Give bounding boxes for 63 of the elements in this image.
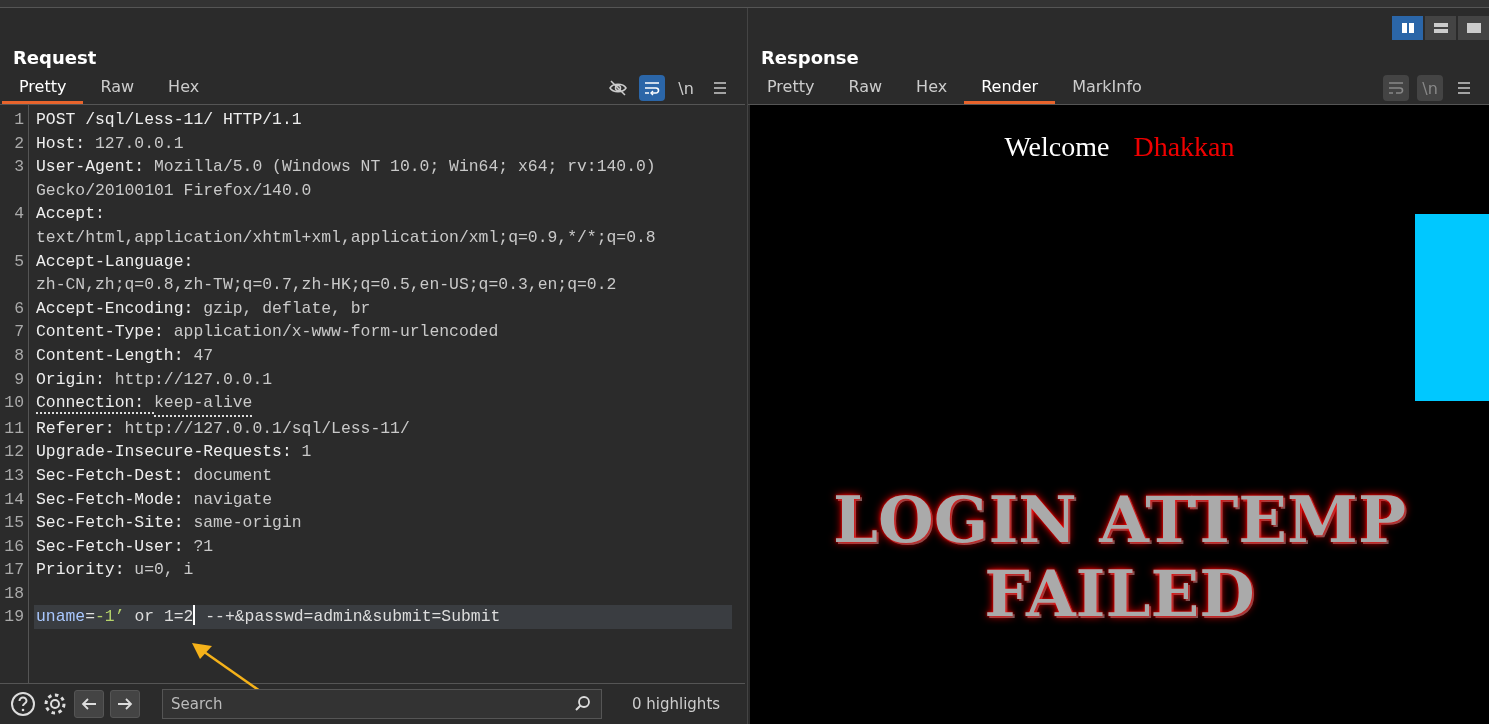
- editor-tab[interactable]: Hex: [151, 72, 217, 104]
- welcome-text: Welcome: [1004, 131, 1110, 163]
- banner-text: FAILED: [984, 557, 1255, 631]
- code-line: Upgrade-Insecure-Requests: 1: [35, 441, 313, 464]
- line-number: 8: [13, 344, 25, 367]
- line-number: 13: [3, 464, 25, 487]
- line-number: 5: [13, 250, 25, 273]
- banner-text: LOGIN ATTEMP: [833, 483, 1406, 557]
- line-number: 10: [3, 392, 25, 415]
- request-title: Request: [13, 47, 97, 68]
- code-line: Sec-Fetch-Mode: navigate: [35, 488, 274, 511]
- single-panel-icon[interactable]: [1458, 16, 1489, 40]
- wrap-lines-icon[interactable]: [1383, 75, 1409, 101]
- line-number: 4: [13, 203, 25, 226]
- code-line: Sec-Fetch-User: ?1: [35, 535, 215, 558]
- code-line: Origin: http://127.0.0.1: [35, 368, 274, 391]
- right-arrow-icon: [116, 697, 134, 711]
- line-number: 9: [13, 368, 25, 391]
- code-line: Accept: text/html,application/xhtml+xml,application/xml;q=0.9,*/*;q=0.8: [35, 203, 657, 249]
- wrap-lines-icon[interactable]: [639, 75, 665, 101]
- line-number: 11: [3, 417, 25, 440]
- newline-toggle[interactable]: \n: [673, 75, 699, 101]
- code-line: User-Agent: Mozilla/5.0 (Windows NT 10.0; Win64; x64; rv:140.0) Gecko/20100101 Firefox/140.0: [35, 156, 657, 202]
- viewer-tab[interactable]: Pretty: [750, 72, 832, 104]
- help-icon[interactable]: [10, 691, 36, 717]
- viewer-tab[interactable]: Raw: [831, 72, 900, 104]
- highlights-count: 0 highlights: [632, 695, 721, 713]
- code-line: Connection: keep-alive: [34, 391, 732, 417]
- code-line: Sec-Fetch-Site: same-origin: [35, 512, 303, 535]
- viewer-tab[interactable]: Hex: [899, 72, 965, 104]
- forward-button[interactable]: [110, 690, 140, 718]
- editor-tab[interactable]: Raw: [83, 72, 152, 104]
- code-line: Priority: u=0, i: [35, 559, 195, 582]
- user-name: Dhakkan: [1133, 131, 1235, 163]
- back-button[interactable]: [74, 690, 104, 718]
- settings-icon[interactable]: [42, 691, 68, 717]
- line-number: 19: [3, 606, 25, 629]
- line-number: 12: [3, 441, 25, 464]
- line-number: 14: [3, 488, 25, 511]
- viewer-tab[interactable]: MarkInfo: [1055, 72, 1159, 104]
- code-line: POST /sql/Less-11/ HTTP/1.1: [35, 109, 303, 131]
- two-columns-icon[interactable]: [1392, 16, 1423, 40]
- line-number: 16: [3, 535, 25, 558]
- line-number: 6: [13, 297, 25, 320]
- code-line: Host: 127.0.0.1: [35, 132, 185, 155]
- editor-tab[interactable]: Pretty: [2, 72, 84, 104]
- line-number: 18: [3, 582, 25, 605]
- code-line: Accept-Encoding: gzip, deflate, br: [35, 297, 372, 320]
- line-number: 7: [13, 321, 25, 344]
- code-line: Sec-Fetch-Dest: document: [35, 464, 274, 487]
- line-number: 15: [3, 512, 25, 535]
- response-title: Response: [761, 47, 859, 68]
- line-number: 2: [13, 132, 25, 155]
- line-number: 1: [13, 109, 25, 131]
- line-number: 17: [3, 559, 25, 582]
- search-field[interactable]: Search: [162, 689, 602, 719]
- code-line: Content-Type: application/x-www-form-urlencoded: [35, 321, 500, 344]
- code-line: Content-Length: 47: [35, 344, 215, 367]
- line-number: 3: [13, 156, 25, 179]
- search-icon: [574, 695, 592, 713]
- code-line: Referer: http://127.0.0.1/sql/Less-11/: [35, 417, 411, 440]
- left-arrow-icon: [80, 697, 98, 711]
- two-rows-icon[interactable]: [1425, 16, 1456, 40]
